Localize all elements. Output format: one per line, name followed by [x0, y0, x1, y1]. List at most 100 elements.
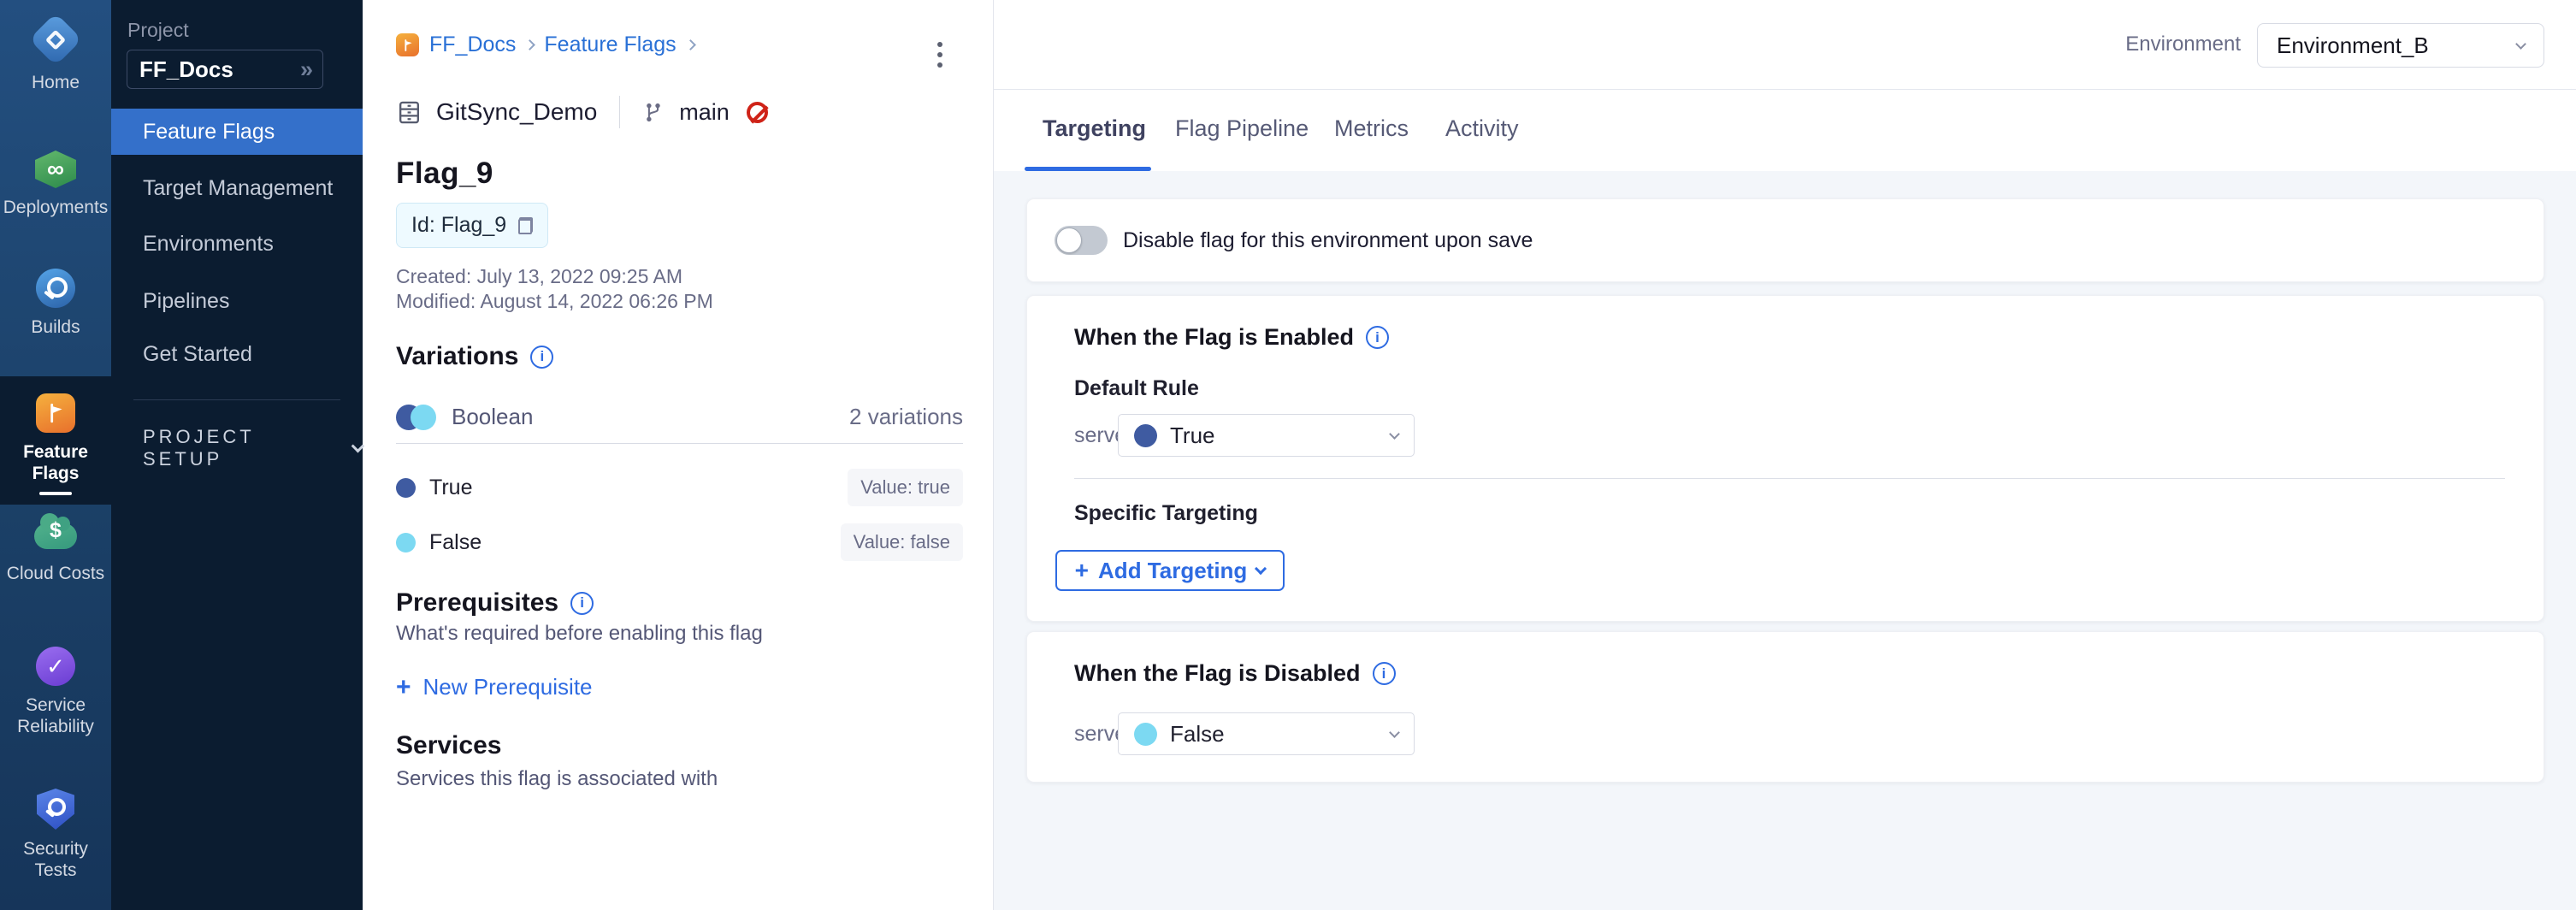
- variation-true-dot: [1134, 424, 1157, 447]
- project-name: FF_Docs: [139, 56, 300, 83]
- variation-value-chip: Value: false: [841, 523, 963, 561]
- cloud-costs-icon: $: [34, 523, 77, 549]
- rail-active-underline: [39, 492, 72, 495]
- tab-activity[interactable]: Activity: [1445, 115, 1519, 142]
- disable-flag-toggle[interactable]: [1055, 226, 1108, 255]
- environment-label: Environment: [2125, 32, 2241, 56]
- flag-tabs: Targeting Flag Pipeline Metrics Activity: [994, 90, 2576, 171]
- security-tests-icon: [37, 789, 74, 830]
- disable-flag-label: Disable flag for this environment upon s…: [1123, 228, 1533, 253]
- disabled-serve-row: serve False: [1074, 712, 1415, 755]
- variation-false-dot: [396, 533, 416, 552]
- app-nav-rail: Home ∞ Deployments Builds Feature Flags …: [0, 0, 111, 910]
- project-sidebar: Project FF_Docs » Feature Flags Target M…: [111, 0, 363, 910]
- sidebar-divider: [133, 399, 340, 400]
- new-prerequisite-button[interactable]: + New Prerequisite: [396, 674, 963, 700]
- flag-enabled-card: When the Flag is Enabled i Default Rule …: [1026, 295, 2544, 622]
- variation-true-dot: [396, 478, 416, 498]
- deployments-icon: ∞: [35, 151, 76, 188]
- targeting-panel: Environment Environment_B Targeting Flag…: [994, 0, 2576, 910]
- chevron-down-icon: [1389, 428, 1400, 440]
- variation-row-false: False Value: false: [396, 523, 963, 561]
- feature-flags-icon: [36, 393, 75, 433]
- expand-projects-icon[interactable]: »: [300, 56, 310, 83]
- chevron-down-icon: [2515, 38, 2526, 50]
- chevron-down-icon: [1255, 562, 1267, 574]
- tab-targeting[interactable]: Targeting: [1043, 115, 1146, 142]
- flag-id-row: Id: Flag_9: [396, 203, 963, 248]
- plus-icon: +: [1075, 559, 1089, 582]
- variation-false-dot: [1134, 723, 1157, 746]
- flag-disabled-card: When the Flag is Disabled i serve False: [1026, 631, 2544, 783]
- targeting-content: Disable flag for this environment upon s…: [994, 171, 2576, 910]
- divider: [396, 443, 963, 444]
- info-icon[interactable]: i: [1373, 662, 1396, 685]
- feature-flag-brand-icon: [396, 33, 419, 56]
- variation-type-label: Boolean: [452, 404, 849, 430]
- project-label: Project: [127, 19, 189, 42]
- flag-details-panel: FF_Docs Feature Flags GitSync_Demo main …: [363, 0, 994, 910]
- breadcrumb-link-project[interactable]: FF_Docs: [429, 32, 516, 57]
- divider: [619, 96, 620, 128]
- variation-count: 2 variations: [849, 404, 963, 430]
- flag-options-menu-button[interactable]: [927, 31, 953, 79]
- services-subtitle: Services this flag is associated with: [396, 767, 963, 791]
- breadcrumb-separator-icon: [525, 39, 536, 50]
- breadcrumb: FF_Docs Feature Flags: [396, 32, 963, 57]
- gitsync-row: GitSync_Demo main: [396, 96, 963, 128]
- gitsync-repo-name: GitSync_Demo: [436, 98, 597, 126]
- breadcrumb-link-feature-flags[interactable]: Feature Flags: [544, 32, 676, 57]
- plus-icon: +: [396, 677, 411, 699]
- builds-icon: [36, 269, 75, 308]
- info-icon[interactable]: i: [570, 592, 594, 615]
- sidebar-item-target-management[interactable]: Target Management: [111, 168, 363, 209]
- environment-select[interactable]: Environment_B: [2257, 23, 2544, 68]
- rail-item-home[interactable]: Home: [0, 17, 111, 93]
- tab-flag-pipeline[interactable]: Flag Pipeline: [1175, 115, 1309, 142]
- variation-value-chip: Value: true: [848, 469, 963, 506]
- services-heading: Services: [396, 731, 963, 760]
- enabled-serve-select[interactable]: True: [1118, 414, 1415, 457]
- flag-modified-date: Modified: August 14, 2022 06:26 PM: [396, 290, 963, 313]
- rail-item-security-tests[interactable]: Security Tests: [0, 789, 111, 881]
- variations-heading: Variations i: [396, 342, 963, 371]
- specific-targeting-label: Specific Targeting: [1074, 501, 1258, 526]
- sidebar-item-get-started[interactable]: Get Started: [111, 334, 363, 375]
- project-setup-section[interactable]: PROJECT SETUP: [143, 426, 363, 470]
- info-icon[interactable]: i: [530, 346, 553, 369]
- rail-item-feature-flags[interactable]: Feature Flags: [0, 376, 111, 505]
- variation-type-row: Boolean 2 variations: [396, 404, 963, 430]
- prerequisites-heading: Prerequisites i: [396, 588, 963, 618]
- environment-header: Environment Environment_B: [994, 0, 2576, 90]
- git-branch-icon: [642, 101, 665, 124]
- tab-metrics[interactable]: Metrics: [1334, 115, 1409, 142]
- git-branch-name[interactable]: main: [679, 99, 730, 126]
- sidebar-item-environments[interactable]: Environments: [111, 223, 363, 264]
- disabled-serve-select[interactable]: False: [1118, 712, 1415, 755]
- home-icon: [29, 13, 82, 66]
- rail-item-service-reliability[interactable]: ✓ Service Reliability: [0, 647, 111, 737]
- sidebar-item-pipelines[interactable]: Pipelines: [111, 281, 363, 322]
- flag-id-chip: Id: Flag_9: [396, 203, 548, 248]
- boolean-type-icon: [396, 405, 436, 430]
- flag-created-date: Created: July 13, 2022 09:25 AM: [396, 265, 963, 288]
- default-rule-label: Default Rule: [1074, 376, 1199, 401]
- flag-disabled-heading: When the Flag is Disabled i: [1074, 660, 1396, 687]
- breadcrumb-separator-icon: [685, 39, 696, 50]
- flag-enabled-heading: When the Flag is Enabled i: [1074, 324, 1389, 351]
- git-repo-icon: [396, 99, 422, 126]
- add-targeting-button[interactable]: + Add Targeting: [1055, 550, 1285, 591]
- copy-icon[interactable]: [518, 217, 533, 234]
- info-icon[interactable]: i: [1366, 326, 1389, 349]
- disable-flag-card: Disable flag for this environment upon s…: [1026, 198, 2544, 282]
- flag-title: Flag_9: [396, 157, 963, 191]
- service-reliability-icon: ✓: [36, 647, 75, 686]
- prerequisites-subtitle: What's required before enabling this fla…: [396, 622, 963, 646]
- rail-item-deployments[interactable]: ∞ Deployments: [0, 151, 111, 218]
- sidebar-item-feature-flags[interactable]: Feature Flags: [111, 109, 363, 155]
- rail-item-cloud-costs[interactable]: $ Cloud Costs: [0, 513, 111, 584]
- project-selector[interactable]: FF_Docs »: [127, 50, 323, 89]
- chevron-down-icon: [1389, 727, 1400, 738]
- divider: [1074, 478, 2505, 479]
- rail-item-builds[interactable]: Builds: [0, 269, 111, 338]
